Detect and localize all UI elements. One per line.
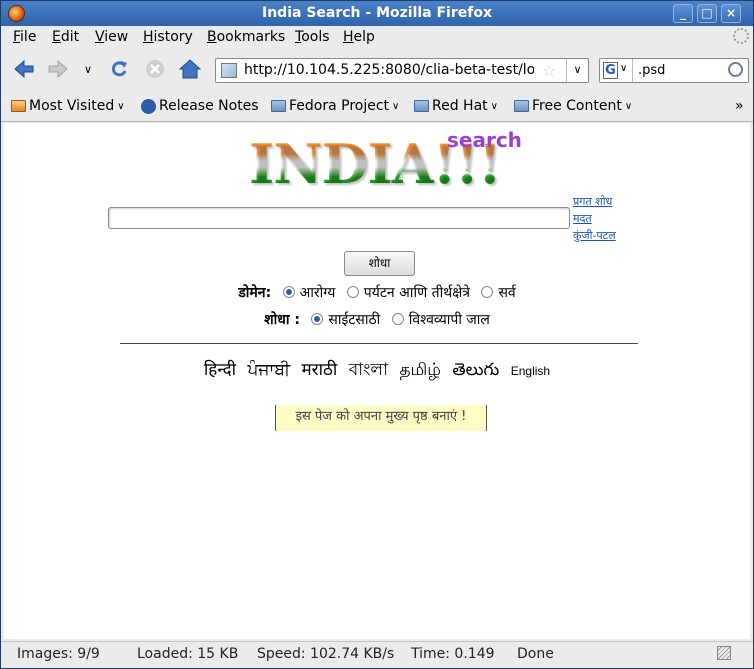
lang-hindi[interactable]: हिन्दी — [204, 360, 236, 380]
keyboard-link[interactable]: कुंजी-पटल — [573, 227, 616, 244]
bookmark-free-content[interactable]: Free Content ∨ — [514, 98, 632, 114]
domain-radio-tourism[interactable] — [346, 286, 359, 298]
forward-button[interactable] — [45, 58, 71, 80]
folder-icon — [414, 100, 429, 112]
menu-help[interactable]: Help — [343, 29, 375, 45]
language-links: हिन्दी ਪੰਜਾਬੀ मराठी বাংলা தமிழ் తెలుగు E… — [4, 357, 750, 385]
resize-grip-icon[interactable] — [717, 646, 731, 660]
india-search-logo: INDIA!!! search — [249, 128, 522, 196]
reload-button[interactable] — [106, 58, 132, 80]
home-icon — [179, 59, 201, 79]
bookmark-label: Free Content — [532, 98, 622, 114]
bookmark-release-notes[interactable]: Release Notes — [141, 98, 259, 114]
domain-radio-health[interactable] — [282, 286, 295, 298]
scope-radio-web[interactable] — [391, 313, 404, 325]
page-content: INDIA!!! search प्रगत शोध मदत कुंजी-पटल … — [4, 123, 750, 639]
status-images: Images: 9/9 — [17, 646, 100, 662]
chevron-down-icon: ∨ — [490, 100, 498, 112]
bookmarks-overflow-button[interactable]: » — [735, 98, 744, 114]
history-dropdown[interactable]: ∨ — [79, 58, 97, 80]
domain-options-row: डोमेन: आरोग्य पर्यटन आणि तीर्थक्षेत्रे स… — [4, 283, 750, 302]
menu-edit[interactable]: Edit — [52, 29, 79, 45]
fedora-icon — [141, 98, 156, 114]
advanced-search-link[interactable]: प्रगत शोध — [573, 193, 616, 210]
bookmark-fedora-project[interactable]: Fedora Project ∨ — [271, 98, 399, 114]
url-dropdown-button[interactable]: ∨ — [566, 59, 588, 82]
chevron-down-icon: ∨ — [624, 100, 633, 112]
search-input[interactable]: .psd — [638, 63, 665, 78]
scope-option-site: साईटसाठी — [328, 312, 381, 328]
status-bar: Images: 9/9 Loaded: 15 KB Speed: 102.74 … — [1, 641, 753, 668]
divider — [120, 343, 638, 344]
bookmark-label: Release Notes — [159, 98, 259, 114]
query-input[interactable] — [108, 207, 570, 229]
menu-file[interactable]: File — [13, 29, 36, 45]
engine-dropdown-icon[interactable]: ∨ — [620, 63, 627, 74]
domain-option-tourism: पर्यटन आणि तीर्थक्षेत्रे — [363, 285, 470, 301]
forward-arrow-icon — [48, 59, 68, 79]
menu-bar: File Edit View History Bookmarks Tools H… — [1, 26, 753, 48]
title-bar: India Search - Mozilla Firefox _ □ × — [1, 1, 753, 26]
lang-marathi[interactable]: मराठी — [302, 360, 338, 380]
minimize-button[interactable]: _ — [673, 4, 693, 23]
home-button[interactable] — [177, 58, 203, 80]
stop-icon — [146, 60, 164, 78]
logo-search-text: search — [447, 128, 522, 152]
domain-option-all: सर्व — [498, 285, 516, 301]
back-arrow-icon — [14, 59, 34, 79]
menu-tools[interactable]: Tools — [295, 29, 330, 45]
google-engine-icon[interactable]: G — [603, 62, 618, 79]
bookmark-most-visited[interactable]: Most Visited ∨ — [11, 98, 125, 114]
reload-icon — [111, 61, 127, 77]
status-time: Time: 0.149 — [411, 646, 495, 662]
stop-button[interactable] — [142, 58, 168, 80]
chevron-down-icon: ∨ — [117, 100, 125, 112]
domain-label: डोमेन: — [238, 285, 272, 301]
bookmark-red-hat[interactable]: Red Hat ∨ — [414, 98, 498, 114]
folder-icon — [514, 100, 529, 112]
lang-punjabi[interactable]: ਪੰਜਾਬੀ — [247, 360, 290, 380]
bookmark-label: Fedora Project — [289, 98, 390, 114]
page-favicon-icon — [221, 63, 237, 78]
domain-radio-all[interactable] — [481, 286, 494, 298]
search-bar[interactable]: G ∨ .psd — [599, 58, 749, 83]
lang-bengali[interactable]: বাংলা — [349, 360, 388, 380]
menu-bookmarks[interactable]: Bookmarks — [207, 29, 285, 45]
menu-history[interactable]: History — [143, 29, 193, 45]
bookmark-star-icon[interactable]: ☆ — [542, 61, 556, 80]
menu-view[interactable]: View — [95, 29, 128, 45]
back-button[interactable] — [11, 58, 37, 80]
lang-telugu[interactable]: తెలుగు — [452, 360, 499, 380]
bookmark-label: Red Hat — [432, 98, 488, 114]
chevron-down-icon: ∨ — [392, 100, 400, 112]
search-scope-row: शोधा : साईटसाठी विश्वव्यापी जाल — [4, 310, 750, 329]
search-magnifier-icon[interactable] — [728, 62, 743, 77]
close-button[interactable]: × — [721, 4, 741, 23]
lang-english[interactable]: English — [511, 364, 550, 378]
search-scope-label: शोधा : — [264, 312, 300, 328]
window-title: India Search - Mozilla Firefox — [262, 5, 492, 21]
help-link[interactable]: मदत — [573, 210, 616, 227]
firefox-window: India Search - Mozilla Firefox _ □ × Fil… — [0, 0, 754, 669]
most-visited-icon — [11, 100, 26, 112]
maximize-button[interactable]: □ — [697, 4, 717, 23]
status-speed: Speed: 102.74 KB/s — [257, 646, 395, 662]
url-bar[interactable]: http://10.104.5.225:8080/clia-beta-test/… — [215, 58, 589, 83]
bookmark-label: Most Visited — [29, 98, 115, 114]
status-state: Done — [517, 646, 554, 662]
domain-option-health: आरोग्य — [299, 285, 336, 301]
make-homepage-link[interactable]: इस पेज को अपना मुख्य पृष्ठ बनाएं ! — [275, 405, 487, 431]
search-separator — [632, 59, 633, 82]
bookmarks-toolbar: Most Visited ∨ Release Notes Fedora Proj… — [1, 90, 753, 122]
lang-tamil[interactable]: தமிழ் — [399, 360, 441, 380]
folder-icon — [271, 100, 286, 112]
search-submit-button[interactable]: शोधा — [344, 251, 415, 276]
side-links: प्रगत शोध मदत कुंजी-पटल — [573, 193, 616, 244]
url-text[interactable]: http://10.104.5.225:8080/clia-beta-test/… — [244, 62, 534, 78]
status-loaded: Loaded: 15 KB — [137, 646, 239, 662]
scope-option-web: विश्वव्यापी जाल — [408, 312, 490, 328]
scope-radio-site[interactable] — [311, 313, 324, 325]
throbber-icon — [733, 28, 749, 44]
